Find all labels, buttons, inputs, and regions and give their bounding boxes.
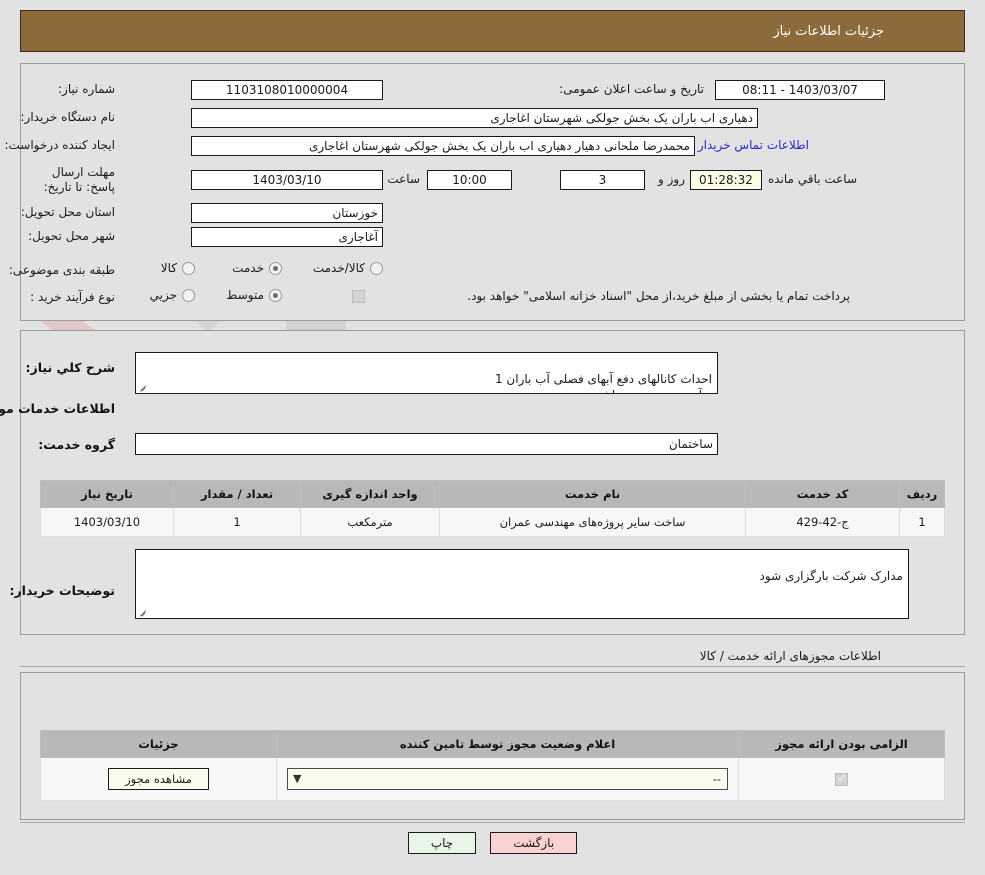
col-permit-status: اعلام وضعیت مجوز توسط تامین کننده	[276, 730, 739, 758]
deadline-row: مهلت ارسال پاسخ: تا تاریخ:	[25, 165, 115, 195]
buyer-org-row: نام دستگاه خریدار:	[21, 110, 116, 124]
process-type-option-jozei[interactable]: جزیي	[136, 288, 195, 302]
services-info-heading: اطلاعات خدمات مورد نیاز	[0, 401, 115, 416]
permit-status-select[interactable]: ▼ --	[287, 768, 728, 790]
classification-row: طبقه بندی موضوعی:	[9, 263, 115, 277]
classification-option-label-1: خدمت	[232, 261, 264, 275]
cell-permit-required	[738, 757, 945, 801]
permits-separator	[20, 666, 965, 667]
city-label: شهر محل تحویل:	[28, 229, 115, 243]
buyer-notes-value: مدارک شرکت بارگزاری شود	[759, 569, 903, 583]
col-unit: واحد اندازه گیری	[300, 480, 440, 508]
buyer-org-label: نام دستگاه خریدار:	[20, 110, 116, 124]
page-header-bar: جزئیات اطلاعات نیاز	[20, 10, 965, 52]
process-type-row: نوع فرآیند خرید :	[30, 290, 115, 304]
general-desc-value: احداث کانالهای دفع آبهای فصلی آب باران 1…	[494, 372, 712, 393]
cell-unit: مترمکعب	[300, 507, 440, 537]
radio-kala-icon[interactable]	[182, 261, 195, 275]
back-button[interactable]: بازگشت	[490, 832, 578, 854]
treasury-bond-checkbox[interactable]	[352, 290, 365, 303]
permits-section-title: اطلاعات مجوزهای ارائه خدمت / کالا	[699, 649, 881, 663]
remaining-days-label: روز و	[658, 172, 685, 186]
resize-grip-icon[interactable]	[138, 382, 148, 392]
cell-need-date: 1403/03/10	[40, 507, 174, 537]
need-number-row: شماره نیاز:	[58, 82, 115, 96]
announce-datetime-row: تاریخ و ساعت اعلان عمومی:	[559, 82, 704, 96]
deadline-time-label: ساعت	[387, 172, 420, 186]
classification-option-label-2: کالا/خدمت	[312, 261, 365, 275]
deadline-label: مهلت ارسال پاسخ: تا تاریخ:	[43, 165, 115, 194]
cell-service-name: ساخت سایر پروژه‌های مهندسی عمران	[439, 507, 746, 537]
process-type-option-label-1: متوسط	[226, 288, 264, 302]
remaining-clock-label: ساعت باقي مانده	[767, 172, 857, 186]
classification-label: طبقه بندی موضوعی:	[8, 263, 115, 277]
province-label: استان محل تحویل:	[20, 205, 115, 219]
classification-option-kala[interactable]: کالا	[147, 261, 195, 275]
services-table-header-row: ردیف کد خدمت نام خدمت واحد اندازه گیری ت…	[40, 480, 945, 508]
requester-field: محمدرضا ملحانی دهیار دهیاری اب باران یک …	[191, 136, 695, 156]
col-permit-details: جزئیات	[40, 730, 277, 758]
treasury-bond-note: پرداخت تمام یا بخشی از مبلغ خرید،از محل …	[467, 289, 850, 303]
general-desc-textarea[interactable]: احداث کانالهای دفع آبهای فصلی آب باران 1…	[135, 352, 718, 394]
city-field: آغاجاری	[191, 227, 383, 247]
radio-motevaset-icon[interactable]	[269, 288, 282, 302]
service-group-field: ساختمان	[135, 433, 718, 455]
province-row: استان محل تحویل:	[21, 205, 115, 219]
footer-separator	[20, 822, 965, 823]
announce-datetime-label: تاریخ و ساعت اعلان عمومی:	[559, 82, 704, 96]
remaining-days-field: 3	[560, 170, 645, 190]
services-table: ردیف کد خدمت نام خدمت واحد اندازه گیری ت…	[40, 480, 945, 537]
process-type-option-motevaset[interactable]: متوسط	[212, 288, 282, 302]
cell-row-no: 1	[899, 507, 945, 537]
col-quantity: تعداد / مقدار	[173, 480, 301, 508]
deadline-time-field: 10:00	[427, 170, 512, 190]
classification-option-kala-khedmat[interactable]: کالا/خدمت	[299, 261, 383, 275]
province-field: خوزستان	[191, 203, 383, 223]
table-row: ▼ -- مشاهده مجوز	[40, 757, 945, 801]
col-service-name: نام خدمت	[439, 480, 746, 508]
need-number-field: 1103108010000004	[191, 80, 383, 100]
city-row: شهر محل تحویل:	[28, 229, 115, 243]
radio-kala-khedmat-icon[interactable]	[370, 261, 383, 275]
col-need-date: تاریخ نیاز	[40, 480, 174, 508]
chevron-down-icon: ▼	[293, 772, 302, 785]
cell-service-code: ج-42-429	[745, 507, 900, 537]
print-button[interactable]: چاپ	[407, 832, 477, 854]
radio-jozei-icon[interactable]	[182, 288, 195, 302]
resize-grip-icon-notes[interactable]	[138, 607, 148, 617]
page-root: AnaTender.net جزئیات اطلاعات نیاز شماره …	[0, 0, 985, 875]
service-group-label: گروه خدمت:	[38, 437, 115, 452]
permits-table-header-row: الزامی بودن ارائه مجوز اعلام وضعیت مجوز …	[40, 730, 945, 758]
deadline-date-field: 1403/03/10	[191, 170, 383, 190]
cell-quantity: 1	[173, 507, 301, 537]
remaining-clock-field: 01:28:32	[690, 170, 762, 190]
col-service-code: کد خدمت	[745, 480, 900, 508]
permits-table: الزامی بودن ارائه مجوز اعلام وضعیت مجوز …	[40, 730, 945, 801]
announce-datetime-field: 1403/03/07 - 08:11	[715, 80, 885, 100]
table-row: 1 ج-42-429 ساخت سایر پروژه‌های مهندسی عم…	[40, 507, 945, 537]
buyer-notes-label: توضیحات خریدار:	[9, 583, 115, 598]
process-type-label: نوع فرآیند خرید :	[30, 290, 115, 304]
buyer-contact-link[interactable]: اطلاعات تماس خریدار	[698, 138, 809, 152]
footer-actions: بازگشت چاپ	[0, 832, 985, 854]
cell-permit-status: ▼ --	[276, 757, 739, 801]
need-info-panel	[20, 63, 965, 321]
process-type-option-label-0: جزیي	[149, 288, 177, 302]
classification-option-khedmat[interactable]: خدمت	[218, 261, 282, 275]
requester-row: ایجاد کننده درخواست:	[4, 138, 115, 152]
classification-option-label-0: کالا	[160, 261, 177, 275]
buyer-notes-textarea[interactable]: مدارک شرکت بارگزاری شود	[135, 549, 909, 619]
cell-permit-details: مشاهده مجوز	[40, 757, 277, 801]
radio-khedmat-icon[interactable]	[269, 261, 282, 275]
col-permit-required: الزامی بودن ارائه مجوز	[738, 730, 945, 758]
page-title: جزئیات اطلاعات نیاز	[773, 23, 884, 39]
general-desc-label: شرح کلي نیاز:	[25, 360, 115, 375]
permit-required-checkbox	[835, 771, 848, 786]
buyer-org-field: دهیاری اب باران یک بخش جولکی شهرستان اغا…	[191, 108, 758, 128]
permit-status-value: --	[712, 772, 721, 786]
view-permit-button[interactable]: مشاهده مجوز	[108, 768, 209, 790]
requester-label: ایجاد کننده درخواست:	[4, 138, 115, 152]
col-row-no: ردیف	[899, 480, 945, 508]
need-number-label: شماره نیاز:	[58, 82, 115, 96]
